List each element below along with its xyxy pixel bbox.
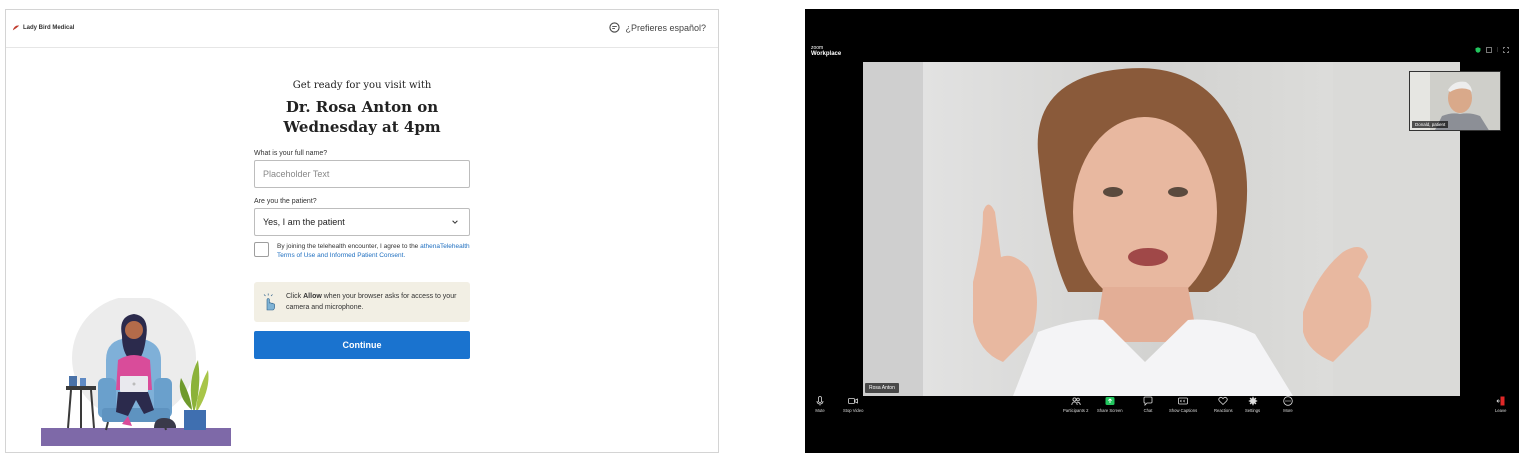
ladybird-logo-icon [12, 25, 20, 31]
speaker-video: Rosa Anton [863, 62, 1460, 396]
patient-question-label: Are you the patient? [254, 198, 317, 205]
brand-name: Lady Bird Medical [23, 25, 75, 31]
gear-icon [1248, 396, 1257, 406]
settings-label: Settings [1245, 408, 1261, 413]
encryption-shield-icon[interactable] [1475, 47, 1481, 53]
speaker-name-tag: Rosa Anton [865, 383, 899, 393]
stop-video-button[interactable]: Stop Video [843, 396, 863, 413]
settings-button[interactable]: Settings [1245, 396, 1260, 413]
hand-click-icon [263, 293, 275, 311]
full-name-input[interactable] [263, 169, 469, 179]
visit-heading: Get ready for you visit with Dr. Rosa An… [254, 80, 470, 137]
leave-door-icon [1496, 396, 1505, 406]
topright-divider: | [1496, 47, 1498, 53]
language-toggle-label: ¿Prefieres español? [625, 22, 706, 33]
zoom-control-bar: Mute Stop Video Participants 2 Share Scr… [805, 396, 1519, 420]
patient-select[interactable]: Yes, I am the patient [254, 208, 470, 236]
patient-thumbnail[interactable]: Donald, patient [1409, 71, 1501, 131]
notice-bold: Allow [303, 293, 322, 300]
visit-heading-sub: Get ready for you visit with [292, 80, 432, 91]
visit-heading-line2: Wednesday at 4pm [283, 118, 441, 136]
checkin-page: Lady Bird Medical ¿Prefieres español? Ge… [5, 9, 719, 453]
participants-icon [1071, 397, 1081, 406]
consent-checkbox[interactable] [254, 242, 269, 257]
speaker-name: Rosa Anton [869, 385, 895, 391]
view-grid-icon[interactable] [1485, 47, 1492, 53]
zoom-meeting-window: zoom Workplace | Rosa Anton Donald, pati… [805, 9, 1519, 453]
continue-button[interactable]: Continue [254, 331, 470, 359]
show-captions-button[interactable]: Show Captions [1169, 396, 1197, 413]
chevron-down-icon [452, 220, 458, 224]
patient-select-value: Yes, I am the patient [263, 217, 345, 227]
show-captions-label: Show Captions [1169, 408, 1198, 413]
zoom-logo: zoom Workplace [811, 45, 841, 57]
leave-label: Leave [1495, 408, 1507, 413]
full-name-label: What is your full name? [254, 150, 328, 157]
reactions-button[interactable]: Reactions [1214, 396, 1233, 413]
full-name-field[interactable] [254, 160, 470, 188]
reactions-label: Reactions [1214, 408, 1233, 413]
speech-bubble-icon [609, 22, 621, 33]
zoom-topright-controls: | [1475, 47, 1509, 53]
visit-heading-line1: Dr. Rosa Anton on [285, 98, 439, 116]
closed-captions-icon [1178, 397, 1188, 405]
chat-bubble-icon [1143, 396, 1153, 406]
consent-row: By joining the telehealth encounter, I a… [254, 242, 470, 260]
mute-button[interactable]: Mute [815, 396, 825, 413]
permission-notice-text: Click Allow when your browser asks for a… [286, 291, 462, 313]
brand-logo: Lady Bird Medical [12, 24, 74, 32]
more-dots-icon [1283, 396, 1293, 406]
participants-button[interactable]: Participants 2 [1063, 396, 1088, 413]
share-screen-label: Share Screen [1097, 408, 1123, 413]
screenshot-canvas: Lady Bird Medical ¿Prefieres español? Ge… [0, 0, 1524, 459]
speaker-video-frame [863, 62, 1460, 396]
microphone-icon [816, 396, 824, 406]
heart-icon [1218, 396, 1228, 406]
notice-prefix: Click [286, 293, 302, 300]
checkin-topbar: Lady Bird Medical ¿Prefieres español? [6, 10, 718, 48]
participants-label-text: Participants [1063, 408, 1085, 413]
consent-prefix: By joining the telehealth encounter, I a… [277, 243, 419, 250]
mute-label: Mute [815, 408, 825, 413]
more-button[interactable]: More [1283, 396, 1293, 413]
chat-button[interactable]: Chat [1143, 396, 1153, 413]
leave-button[interactable]: Leave [1495, 396, 1506, 413]
share-screen-icon [1105, 397, 1115, 405]
language-toggle[interactable]: ¿Prefieres español? [609, 22, 706, 33]
stop-video-label: Stop Video [843, 408, 864, 413]
share-screen-button[interactable]: Share Screen [1097, 396, 1123, 413]
fullscreen-icon[interactable] [1503, 47, 1509, 53]
chat-label: Chat [1143, 408, 1153, 413]
patient-on-laptop-illustration [41, 298, 231, 446]
participants-label: Participants 2 [1063, 408, 1088, 413]
participants-count: 2 [1086, 408, 1089, 413]
more-label: More [1283, 408, 1293, 413]
permission-notice: Click Allow when your browser asks for a… [254, 282, 470, 322]
patient-name-tag: Donald, patient [1412, 121, 1449, 128]
video-camera-icon [848, 398, 859, 404]
zoom-logo-name: Workplace [811, 51, 842, 57]
consent-text: By joining the telehealth encounter, I a… [277, 242, 470, 260]
